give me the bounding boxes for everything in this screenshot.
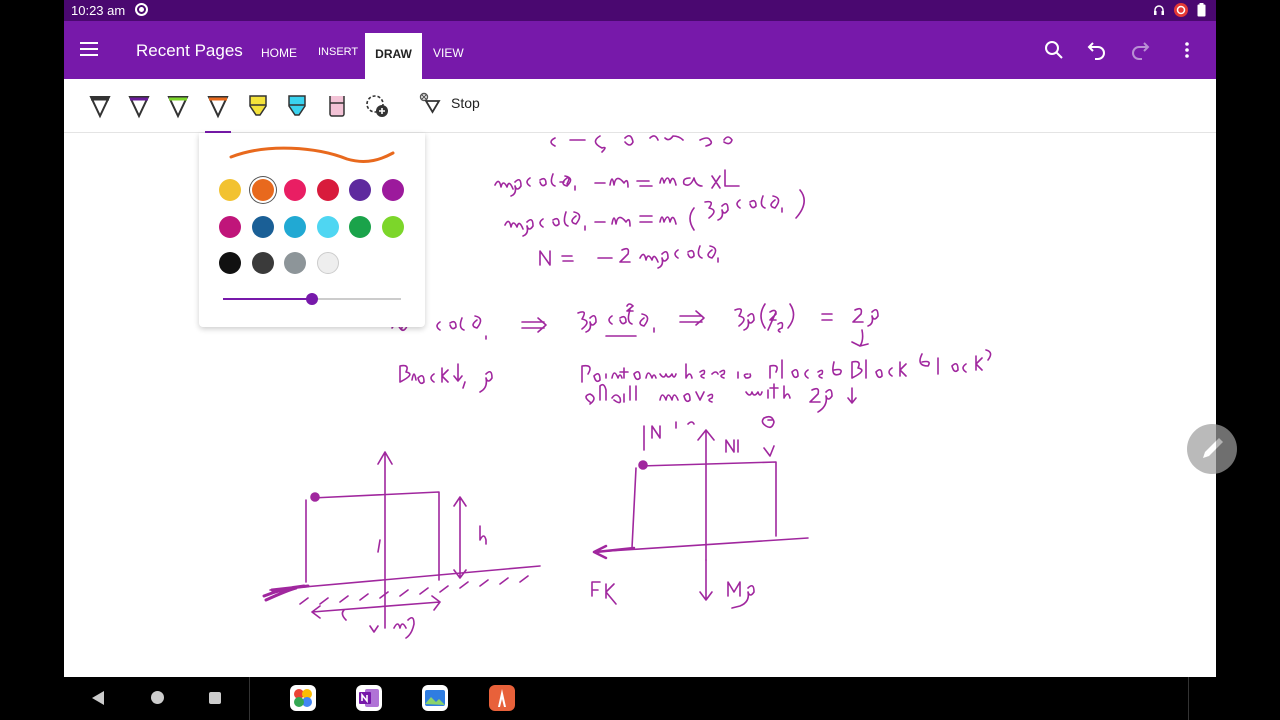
recording-icon bbox=[1174, 3, 1188, 17]
pen-fab-button[interactable] bbox=[1187, 424, 1237, 474]
stop-label: Stop bbox=[451, 95, 480, 111]
status-time: 10:23 am bbox=[71, 3, 126, 18]
system-nav-bar bbox=[64, 677, 1216, 720]
draw-toolbar: Stop bbox=[64, 79, 1216, 133]
color-swatch[interactable] bbox=[219, 215, 241, 238]
onenote-app-icon[interactable] bbox=[356, 685, 382, 711]
highlighter-pink-icon[interactable] bbox=[325, 93, 349, 119]
right-block-diagram bbox=[591, 415, 809, 609]
color-swatch[interactable] bbox=[284, 215, 306, 238]
color-swatch[interactable] bbox=[219, 252, 241, 274]
drawing-app-icon[interactable] bbox=[489, 685, 515, 711]
thickness-slider-fill bbox=[223, 298, 312, 300]
lasso-add-icon[interactable] bbox=[364, 93, 390, 119]
dock-divider bbox=[249, 677, 250, 720]
back-icon[interactable] bbox=[92, 691, 104, 705]
color-swatch[interactable] bbox=[349, 215, 371, 238]
gallery-app-icon[interactable] bbox=[422, 685, 448, 711]
tab-view[interactable]: VIEW bbox=[433, 46, 464, 60]
page-title[interactable]: Recent Pages bbox=[136, 41, 243, 61]
highlighter-yellow-icon[interactable] bbox=[246, 93, 270, 119]
color-swatch[interactable] bbox=[251, 179, 274, 201]
color-swatch[interactable] bbox=[316, 215, 339, 238]
color-swatch[interactable] bbox=[284, 179, 306, 201]
stroke-preview bbox=[229, 146, 395, 163]
tab-draw[interactable]: DRAW bbox=[365, 33, 422, 79]
color-swatch[interactable] bbox=[381, 179, 404, 201]
menu-icon[interactable] bbox=[80, 42, 98, 56]
handwritten-notes bbox=[391, 134, 992, 413]
color-swatch[interactable] bbox=[251, 215, 274, 238]
color-swatch[interactable] bbox=[349, 179, 371, 201]
photos-app-icon[interactable] bbox=[290, 685, 316, 711]
redo-icon[interactable] bbox=[1129, 39, 1151, 61]
undo-icon[interactable] bbox=[1086, 39, 1108, 61]
headset-icon bbox=[1154, 5, 1164, 15]
pen-black-icon[interactable] bbox=[88, 93, 112, 119]
color-swatch[interactable] bbox=[251, 252, 274, 274]
tab-home[interactable]: HOME bbox=[261, 46, 297, 60]
tab-insert[interactable]: INSERT bbox=[318, 46, 358, 58]
color-swatch[interactable] bbox=[284, 252, 306, 274]
thickness-slider-thumb[interactable] bbox=[306, 293, 318, 305]
pencil-icon bbox=[1203, 438, 1223, 458]
stop-button[interactable]: Stop bbox=[419, 92, 480, 114]
status-bar: 10:23 am bbox=[64, 0, 1216, 21]
color-swatch[interactable] bbox=[316, 252, 339, 274]
color-swatch[interactable] bbox=[381, 215, 404, 238]
color-swatch[interactable] bbox=[219, 179, 241, 201]
ink-to-shape-icon bbox=[419, 92, 441, 114]
pen-orange-icon[interactable] bbox=[206, 93, 230, 119]
color-swatch[interactable] bbox=[316, 179, 339, 201]
home-icon[interactable] bbox=[151, 691, 164, 704]
recent-apps-icon[interactable] bbox=[209, 692, 221, 704]
left-block-diagram bbox=[262, 451, 541, 639]
battery-icon bbox=[1197, 3, 1206, 17]
more-options-icon[interactable] bbox=[1176, 39, 1198, 61]
pen-purple-icon[interactable] bbox=[127, 93, 151, 119]
pen-green-icon[interactable] bbox=[166, 93, 190, 119]
highlighter-cyan-icon[interactable] bbox=[285, 93, 309, 119]
thickness-slider[interactable] bbox=[223, 293, 401, 305]
screen-record-icon bbox=[135, 3, 148, 16]
app-bar: Recent Pages HOME INSERT DRAW VIEW bbox=[64, 21, 1216, 79]
dock-divider-right bbox=[1188, 677, 1189, 720]
pen-color-palette bbox=[199, 133, 425, 327]
search-icon[interactable] bbox=[1043, 39, 1065, 61]
